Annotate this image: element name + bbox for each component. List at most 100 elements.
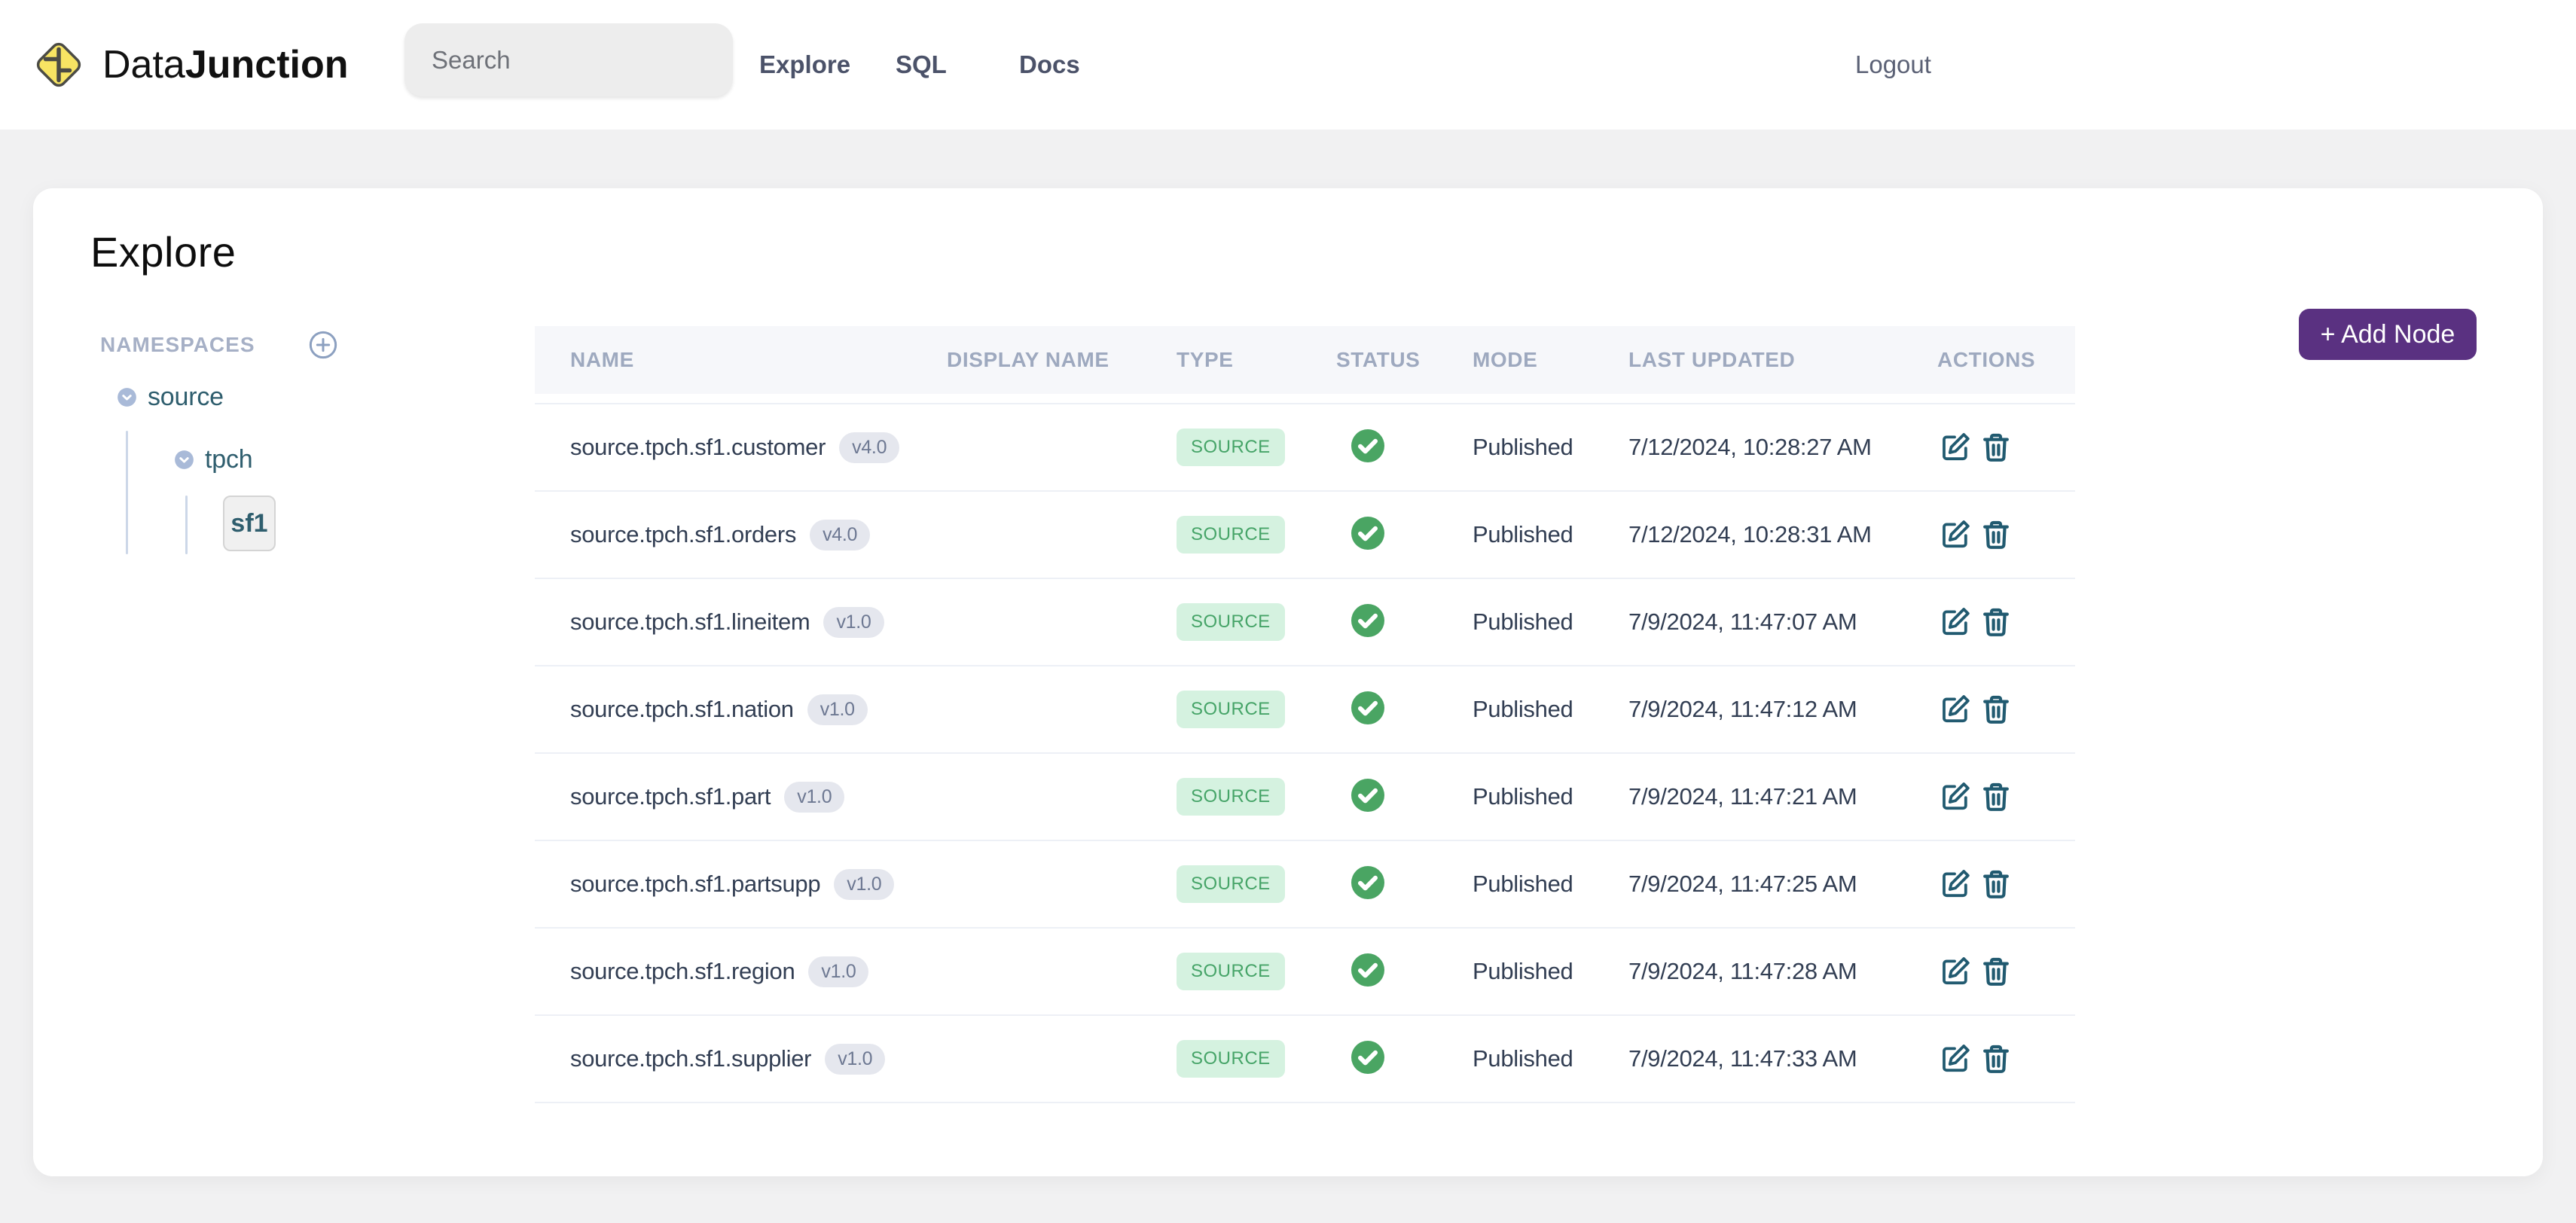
edit-node-button[interactable] — [1937, 866, 1973, 902]
sidebar-item-sf1[interactable]: sf1 — [223, 496, 276, 551]
column-header-last-updated: LAST UPDATED — [1628, 348, 1937, 372]
last-updated-cell: 7/9/2024, 11:47:33 AM — [1628, 1045, 1937, 1072]
delete-node-button[interactable] — [1978, 691, 2014, 727]
delete-node-button[interactable] — [1978, 604, 2014, 640]
status-cell — [1336, 428, 1473, 468]
name-cell: source.tpch.sf1.nation v1.0 — [570, 694, 947, 725]
version-badge: v4.0 — [839, 432, 899, 463]
node-name-link[interactable]: source.tpch.sf1.region — [570, 958, 795, 985]
status-cell — [1336, 865, 1473, 904]
status-cell — [1336, 1039, 1473, 1079]
table-header-row: NAME DISPLAY NAME TYPE STATUS MODE LAST … — [535, 326, 2075, 394]
trash-icon — [1978, 604, 2014, 640]
name-cell: source.tpch.sf1.part v1.0 — [570, 782, 947, 813]
type-cell: SOURCE — [1177, 778, 1336, 816]
delete-node-button[interactable] — [1978, 429, 2014, 465]
table-row: source.tpch.sf1.region v1.0 SOURCE Publi… — [535, 929, 2075, 1016]
delete-node-button[interactable] — [1978, 779, 2014, 815]
mode-cell: Published — [1473, 696, 1628, 723]
type-badge: SOURCE — [1177, 1040, 1285, 1078]
type-badge: SOURCE — [1177, 953, 1285, 990]
edit-node-button[interactable] — [1937, 953, 1973, 990]
nav-explore[interactable]: Explore — [759, 0, 850, 130]
mode-cell: Published — [1473, 1045, 1628, 1072]
edit-node-button[interactable] — [1937, 517, 1973, 553]
actions-cell — [1937, 953, 2075, 990]
edit-node-button[interactable] — [1937, 691, 1973, 727]
table-row: source.tpch.sf1.part v1.0 SOURCE Publish… — [535, 754, 2075, 841]
node-name-link[interactable]: source.tpch.sf1.lineitem — [570, 608, 810, 636]
search-input[interactable] — [404, 23, 733, 96]
sidebar-item-tpch[interactable]: tpch — [174, 445, 252, 474]
last-updated-cell: 7/12/2024, 10:28:27 AM — [1628, 434, 1937, 461]
delete-node-button[interactable] — [1978, 866, 2014, 902]
status-cell — [1336, 952, 1473, 992]
table-row: source.tpch.sf1.partsupp v1.0 SOURCE Pub… — [535, 841, 2075, 929]
trash-icon — [1978, 517, 2014, 553]
version-badge: v1.0 — [808, 956, 868, 987]
status-valid-icon — [1350, 690, 1386, 726]
status-valid-icon — [1350, 602, 1386, 639]
main-card: Explore NAMESPACES source tpch — [33, 188, 2543, 1176]
edit-node-button[interactable] — [1937, 429, 1973, 465]
page-title: Explore — [90, 227, 236, 276]
type-badge: SOURCE — [1177, 429, 1285, 466]
status-valid-icon — [1350, 952, 1386, 988]
last-updated-cell: 7/9/2024, 11:47:28 AM — [1628, 958, 1937, 985]
nav-sql[interactable]: SQL — [896, 0, 947, 130]
edit-node-button[interactable] — [1937, 604, 1973, 640]
namespaces-label: NAMESPACES — [100, 333, 255, 357]
status-cell — [1336, 690, 1473, 730]
edit-icon — [1937, 429, 1973, 465]
add-node-button[interactable]: + Add Node — [2299, 309, 2477, 360]
node-name-link[interactable]: source.tpch.sf1.nation — [570, 696, 794, 723]
mode-cell: Published — [1473, 958, 1628, 985]
sidebar-item-source[interactable]: source — [117, 383, 224, 412]
delete-node-button[interactable] — [1978, 517, 2014, 553]
logout-button[interactable]: Logout — [1855, 0, 1931, 130]
node-name-link[interactable]: source.tpch.sf1.part — [570, 783, 771, 810]
tree-label-tpch: tpch — [205, 445, 252, 474]
version-badge: v1.0 — [807, 694, 868, 725]
name-cell: source.tpch.sf1.region v1.0 — [570, 956, 947, 987]
actions-cell — [1937, 779, 2075, 815]
trash-icon — [1978, 953, 2014, 990]
actions-cell — [1937, 604, 2075, 640]
brand-name-light: Data — [102, 43, 185, 87]
node-name-link[interactable]: source.tpch.sf1.customer — [570, 434, 826, 461]
status-valid-icon — [1350, 428, 1386, 464]
last-updated-cell: 7/9/2024, 11:47:21 AM — [1628, 783, 1937, 810]
brand-logo[interactable]: DataJunction — [33, 33, 349, 96]
edit-icon — [1937, 517, 1973, 553]
edit-node-button[interactable] — [1937, 1041, 1973, 1077]
status-valid-icon — [1350, 865, 1386, 901]
tree-guide-line — [126, 431, 128, 554]
trash-icon — [1978, 779, 2014, 815]
nav-docs[interactable]: Docs — [1019, 0, 1080, 130]
table-row: source.tpch.sf1.supplier v1.0 SOURCE Pub… — [535, 1016, 2075, 1103]
column-header-actions: ACTIONS — [1937, 348, 2075, 372]
type-cell: SOURCE — [1177, 953, 1336, 990]
edit-node-button[interactable] — [1937, 779, 1973, 815]
chevron-down-icon — [174, 450, 194, 470]
name-cell: source.tpch.sf1.lineitem v1.0 — [570, 607, 947, 638]
status-valid-icon — [1350, 1039, 1386, 1075]
tree-label-source: source — [148, 383, 224, 412]
version-badge: v1.0 — [825, 1044, 885, 1075]
delete-node-button[interactable] — [1978, 953, 2014, 990]
type-badge: SOURCE — [1177, 603, 1285, 641]
node-name-link[interactable]: source.tpch.sf1.supplier — [570, 1045, 811, 1072]
node-name-link[interactable]: source.tpch.sf1.orders — [570, 521, 796, 548]
brand-name-bold: Junction — [185, 43, 349, 87]
node-name-link[interactable]: source.tpch.sf1.partsupp — [570, 871, 820, 898]
delete-node-button[interactable] — [1978, 1041, 2014, 1077]
name-cell: source.tpch.sf1.orders v4.0 — [570, 520, 947, 551]
status-cell — [1336, 602, 1473, 642]
actions-cell — [1937, 866, 2075, 902]
actions-cell — [1937, 691, 2075, 727]
actions-cell — [1937, 429, 2075, 465]
type-cell: SOURCE — [1177, 1040, 1336, 1078]
add-namespace-icon[interactable] — [308, 330, 338, 360]
actions-cell — [1937, 517, 2075, 553]
status-cell — [1336, 777, 1473, 817]
